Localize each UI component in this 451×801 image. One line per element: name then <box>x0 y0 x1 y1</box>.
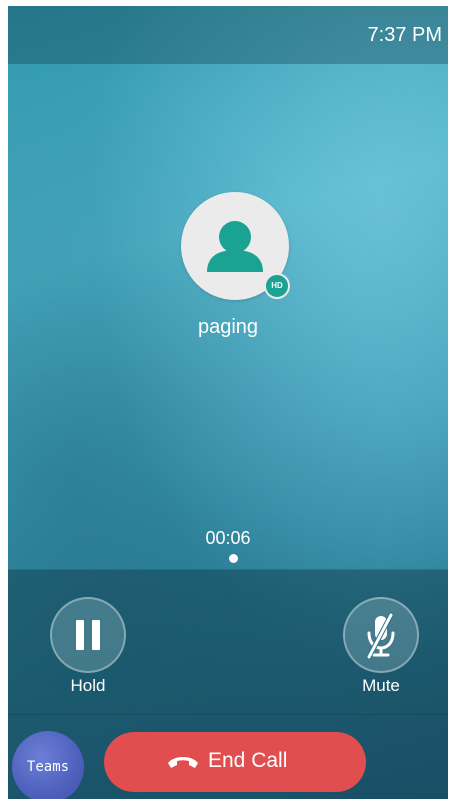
phone-hangup-icon <box>168 757 198 768</box>
microphone-muted-icon <box>366 612 395 660</box>
contact-name: paging <box>197 316 259 338</box>
end-call-label: End Call <box>208 749 288 772</box>
call-duration: 00:06 <box>205 528 251 548</box>
call-controls: Hold Mute <box>8 569 448 715</box>
end-call-button[interactable]: End Call <box>104 732 366 792</box>
pause-icon <box>76 620 100 650</box>
mute-button[interactable] <box>343 597 419 673</box>
page-indicator-dot <box>229 554 238 563</box>
call-screen: 7:37 PM HD paging 00:06 Hold Mute Teams … <box>8 6 448 799</box>
teams-button[interactable]: Teams <box>12 731 84 799</box>
contact-area: HD paging 00:06 <box>8 64 448 569</box>
hd-badge: HD <box>264 273 290 299</box>
bottom-bar: Teams End Call <box>8 714 448 799</box>
hold-label: Hold <box>70 676 106 695</box>
status-bar: 7:37 PM <box>8 6 448 64</box>
hold-button[interactable] <box>50 597 126 673</box>
status-time: 7:37 PM <box>367 24 442 46</box>
mute-label: Mute <box>362 676 400 695</box>
